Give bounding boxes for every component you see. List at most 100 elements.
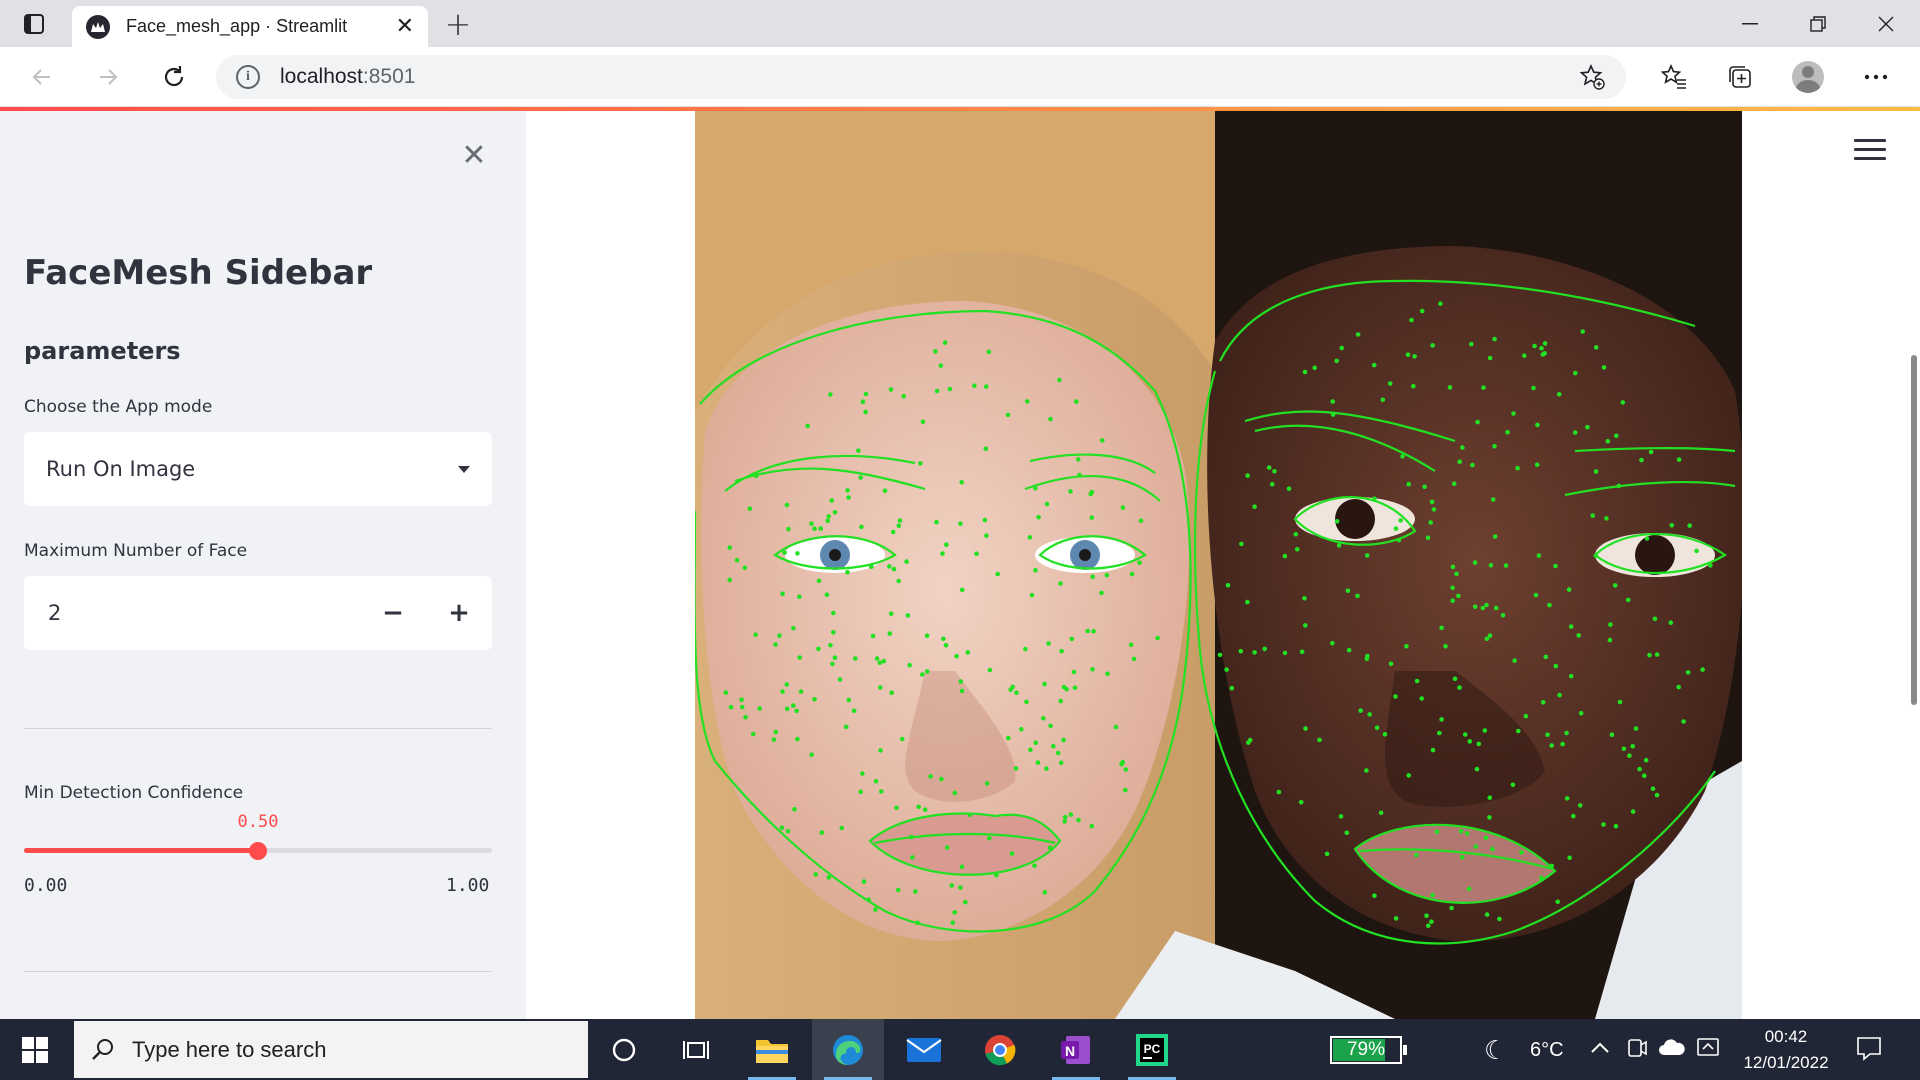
file-explorer-icon[interactable] xyxy=(736,1019,808,1080)
sidebar-close-icon[interactable]: ✕ xyxy=(458,138,490,173)
mesh-landmark-dot xyxy=(809,752,814,757)
mesh-landmark-dot xyxy=(1560,741,1565,747)
collections-icon[interactable] xyxy=(1720,57,1760,97)
mesh-landmark-dot xyxy=(784,502,790,508)
tab-close-icon[interactable]: ✕ xyxy=(396,14,414,39)
mesh-landmark-dot xyxy=(1105,671,1110,677)
onedrive-cloud-icon[interactable] xyxy=(1658,1037,1686,1062)
mesh-landmark-dot xyxy=(1372,496,1377,502)
tray-chevron-up-icon[interactable] xyxy=(1590,1037,1610,1060)
confidence-slider[interactable] xyxy=(24,842,492,860)
mesh-landmark-dot xyxy=(773,729,779,735)
mesh-landmark-dot xyxy=(727,545,733,550)
mesh-landmark-dot xyxy=(1668,620,1674,625)
meet-now-icon[interactable] xyxy=(1626,1037,1648,1064)
onenote-icon[interactable]: N xyxy=(1040,1019,1112,1080)
mesh-landmark-dot xyxy=(959,587,965,593)
mesh-landmark-dot xyxy=(859,524,864,530)
pycharm-icon[interactable]: PC xyxy=(1116,1019,1188,1080)
mesh-landmark-dot xyxy=(983,446,989,452)
mesh-landmark-dot xyxy=(1681,719,1686,724)
taskbar-search-box[interactable]: Type here to search xyxy=(74,1021,588,1078)
mesh-landmark-dot xyxy=(1700,667,1705,672)
back-icon[interactable] xyxy=(22,57,62,97)
mesh-landmark-dot xyxy=(1487,633,1493,638)
windows-start-icon[interactable] xyxy=(22,1037,48,1063)
mesh-landmark-dot xyxy=(754,473,759,479)
mesh-landmark-dot xyxy=(910,855,915,860)
max-faces-input[interactable]: 2 xyxy=(24,601,360,625)
mesh-landmark-dot xyxy=(882,488,888,494)
mail-icon[interactable] xyxy=(888,1019,960,1080)
mesh-landmark-dot xyxy=(1493,605,1499,611)
tab-actions-icon[interactable] xyxy=(14,10,54,38)
mesh-landmark-dot xyxy=(843,724,849,730)
mesh-landmark-dot xyxy=(877,660,883,666)
chrome-icon[interactable] xyxy=(964,1019,1036,1080)
battery-indicator[interactable]: 79% xyxy=(1330,1036,1407,1064)
mesh-landmark-dot xyxy=(1522,353,1527,358)
mesh-landmark-dot xyxy=(1027,535,1033,540)
minimize-icon[interactable] xyxy=(1716,0,1784,47)
mesh-landmark-dot xyxy=(1414,852,1419,858)
svg-text:PC: PC xyxy=(1144,1042,1161,1056)
clock-date[interactable]: 12/01/2022 xyxy=(1736,1053,1836,1073)
new-tab-icon[interactable]: + xyxy=(440,5,476,43)
increment-button[interactable]: + xyxy=(426,576,492,650)
mesh-landmark-dot xyxy=(984,781,990,786)
restore-icon[interactable] xyxy=(1784,0,1852,47)
mesh-landmark-dot xyxy=(819,830,825,835)
add-favorite-icon[interactable] xyxy=(1578,63,1606,91)
slider-fill xyxy=(24,848,258,853)
mesh-landmark-dot xyxy=(1411,383,1416,389)
mesh-landmark-dot xyxy=(897,518,903,523)
mesh-landmark-dot xyxy=(1484,912,1490,917)
browser-tab[interactable]: Face_mesh_app · Streamlit ✕ xyxy=(72,6,428,47)
network-icon[interactable] xyxy=(1696,1037,1720,1064)
mesh-landmark-dot xyxy=(1025,399,1030,404)
cortana-icon[interactable] xyxy=(588,1019,660,1080)
main-menu-icon[interactable] xyxy=(1854,139,1886,167)
mesh-landmark-dot xyxy=(1129,571,1135,577)
mesh-landmark-dot xyxy=(1531,385,1536,391)
scrollbar[interactable] xyxy=(1911,355,1917,705)
more-options-icon[interactable] xyxy=(1856,57,1896,97)
profile-avatar[interactable] xyxy=(1788,57,1828,97)
favorites-icon[interactable] xyxy=(1654,57,1694,97)
mesh-landmark-dot xyxy=(881,658,887,664)
mesh-landmark-dot xyxy=(1035,760,1041,765)
mesh-landmark-dot xyxy=(1224,667,1229,672)
weather-temperature[interactable]: 6°C xyxy=(1530,1039,1564,1062)
clock-time[interactable]: 00:42 xyxy=(1736,1027,1836,1047)
mesh-landmark-dot xyxy=(753,632,758,637)
mesh-landmark-dot xyxy=(1431,507,1437,512)
mesh-landmark-dot xyxy=(1447,385,1453,390)
mesh-landmark-dot xyxy=(784,682,790,687)
task-view-icon[interactable] xyxy=(660,1019,732,1080)
mesh-landmark-dot xyxy=(1481,385,1486,390)
notifications-icon[interactable] xyxy=(1856,1035,1882,1066)
url-bar[interactable]: i localhost:8501 xyxy=(216,55,1626,99)
mesh-landmark-dot xyxy=(1262,646,1267,652)
forward-icon[interactable] xyxy=(88,57,128,97)
mesh-landmark-dot xyxy=(905,613,911,618)
mesh-landmark-dot xyxy=(1058,760,1064,766)
mesh-landmark-dot xyxy=(1540,700,1546,705)
mesh-landmark-dot xyxy=(1071,669,1077,675)
mesh-landmark-dot xyxy=(924,669,930,674)
app-mode-select[interactable]: Run On Image xyxy=(24,432,492,506)
edge-browser-icon[interactable] xyxy=(812,1019,884,1080)
mesh-landmark-dot xyxy=(809,521,814,526)
mesh-landmark-dot xyxy=(1515,465,1520,471)
site-info-icon[interactable]: i xyxy=(236,65,260,89)
mesh-landmark-dot xyxy=(829,498,834,503)
decrement-button[interactable]: − xyxy=(360,576,426,650)
mesh-landmark-dot xyxy=(1490,497,1496,502)
window-close-icon[interactable] xyxy=(1852,0,1920,47)
slider-thumb[interactable] xyxy=(249,842,267,860)
mesh-landmark-dot xyxy=(1123,787,1128,793)
mesh-landmark-dot xyxy=(1072,685,1078,691)
mesh-landmark-dot xyxy=(797,594,802,599)
search-placeholder: Type here to search xyxy=(132,1036,327,1062)
refresh-icon[interactable] xyxy=(154,57,194,97)
